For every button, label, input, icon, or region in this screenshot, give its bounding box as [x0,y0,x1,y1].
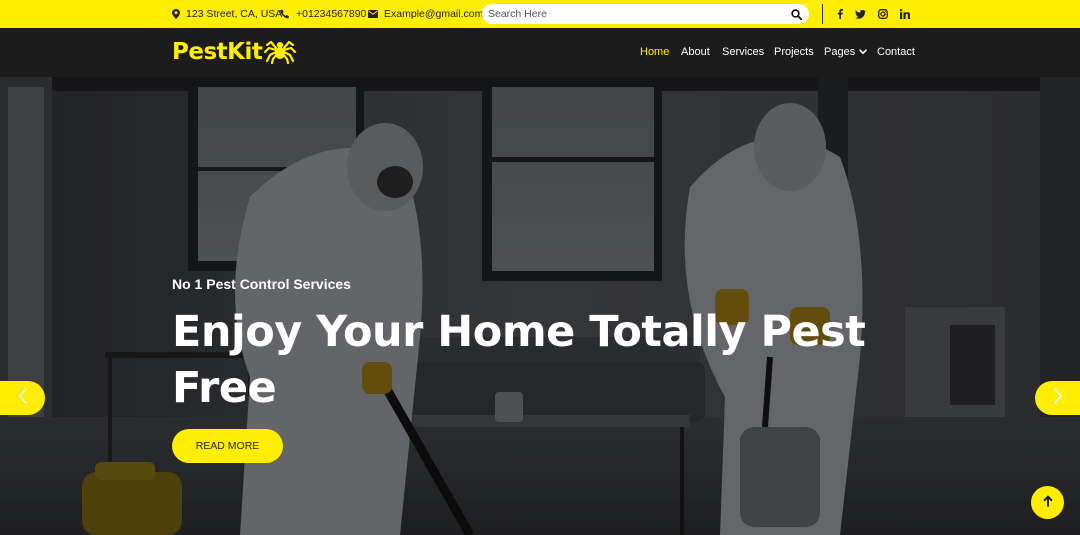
hero-title: Enjoy Your Home Totally Pest Free [172,307,866,413]
email-text: Example@gmail.com [384,8,484,20]
arrow-up-icon [1043,494,1053,512]
search-box [482,4,809,24]
facebook-icon[interactable] [833,0,847,28]
phone-info: +01234567890 [280,0,366,28]
carousel-prev-button[interactable] [0,381,45,415]
phone-icon [280,9,290,19]
chevron-down-icon [859,46,868,58]
twitter-icon[interactable] [853,0,867,28]
address-info: 123 Street, CA, USA [172,0,282,28]
chevron-right-icon [1053,387,1063,409]
nav-pages-label: Pages [824,46,856,58]
carousel-next-button[interactable] [1035,381,1080,415]
read-more-button[interactable]: READ MORE [172,429,283,463]
brand-name: PestKit [172,39,263,65]
chevron-left-icon [18,387,28,409]
instagram-icon[interactable] [876,0,890,28]
nav-pages-dropdown[interactable]: Pages [824,46,868,58]
topbar-divider [822,4,823,24]
map-marker-icon [172,9,180,19]
hero-subtitle: No 1 Pest Control Services [172,276,351,292]
address-text: 123 Street, CA, USA [186,8,283,20]
nav-home[interactable]: Home [640,46,669,58]
nav-about[interactable]: About [681,46,710,58]
nav-services[interactable]: Services [722,46,764,58]
brand-logo[interactable]: PestKit [172,36,297,69]
search-input[interactable] [488,6,778,22]
nav-contact[interactable]: Contact [877,46,915,58]
linkedin-icon[interactable] [898,0,912,28]
envelope-icon [368,10,378,18]
search-icon[interactable] [789,7,803,21]
email-info: Example@gmail.com [368,0,483,28]
back-to-top-button[interactable] [1031,486,1064,519]
navbar [0,28,1080,77]
nav-projects[interactable]: Projects [774,46,814,58]
top-bar: 123 Street, CA, USA +01234567890 Example… [0,0,1080,28]
phone-text: +01234567890 [296,8,367,20]
spider-icon [264,36,297,69]
